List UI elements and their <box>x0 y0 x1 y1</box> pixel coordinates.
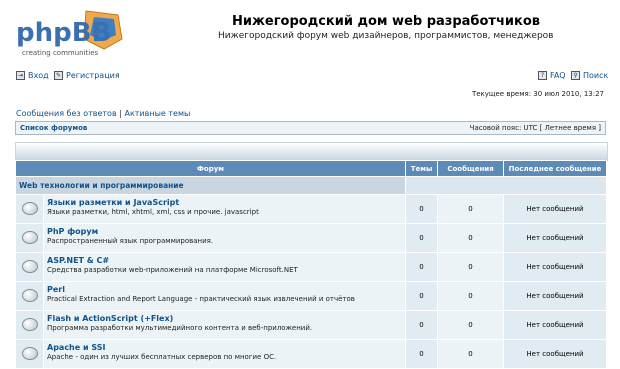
table-header-row: Форум Темы Сообщения Последнее сообщение <box>14 160 608 177</box>
col-header-last-post: Последнее сообщение <box>503 160 608 177</box>
forum-name-link[interactable]: ASP.NET & C# <box>47 256 405 265</box>
table-row: Языки разметки и JavaScript Языки размет… <box>15 194 608 224</box>
register-link[interactable]: ✎ Регистрация <box>54 71 120 80</box>
forum-topics-count: 0 <box>405 252 439 282</box>
login-link[interactable]: ⇥ Вход <box>16 71 49 80</box>
table-row: ASP.NET & C# Средства разработки web-при… <box>15 252 608 282</box>
site-title: Нижегородский дом web разработчиков <box>232 14 540 29</box>
forum-posts-count: 0 <box>437 194 505 224</box>
logo-text: phpBB <box>16 18 111 48</box>
forum-last-post: Нет сообщений <box>503 223 608 253</box>
forum-last-post: Нет сообщений <box>503 310 608 340</box>
faq-link[interactable]: ? FAQ <box>538 71 566 80</box>
forum-index-link[interactable]: Список форумов <box>20 124 87 132</box>
category-row: Web технологии и программирование <box>14 176 608 195</box>
forum-posts-count: 0 <box>437 281 505 311</box>
unanswered-link[interactable]: Сообщения без ответов <box>16 109 117 118</box>
forum-topics-count: 0 <box>405 339 439 369</box>
col-header-forum: Форум <box>14 160 407 177</box>
forum-posts-count: 0 <box>437 223 505 253</box>
phpbb-logo[interactable]: phpBB creating communities <box>14 9 124 61</box>
forum-posts-count: 0 <box>437 252 505 282</box>
forum-read-icon <box>21 317 38 331</box>
search-icon: ⚲ <box>571 71 580 80</box>
forum-description: Средства разработки web-приложений на пл… <box>47 266 298 274</box>
register-icon: ✎ <box>54 71 63 80</box>
forum-name-link[interactable]: Flash и ActionScript (+Flex) <box>47 314 405 323</box>
table-row: Perl Practical Extraction and Report Lan… <box>15 281 608 311</box>
col-header-posts: Сообщения <box>437 160 505 177</box>
forum-table: Форум Темы Сообщения Последнее сообщение… <box>14 160 608 369</box>
forum-name-link[interactable]: Apache и SSI <box>47 343 405 352</box>
timezone-info: Часовой пояс: UTC [ Летнее время ] <box>469 124 601 132</box>
breadcrumb: Список форумов Часовой пояс: UTC [ Летне… <box>15 121 606 135</box>
login-icon: ⇥ <box>16 71 25 80</box>
forum-name-link[interactable]: PhP форум <box>47 227 405 236</box>
quicklinks: Сообщения без ответов | Активные темы <box>16 109 190 118</box>
table-row: PhP форум Распространенный язык программ… <box>15 223 608 253</box>
forum-description: Языки разметки, html, xhtml, xml, css и … <box>47 208 259 216</box>
forum-last-post: Нет сообщений <box>503 194 608 224</box>
table-row: Apache и SSI Apache - один из лучших бес… <box>15 339 608 369</box>
forum-read-icon <box>21 230 38 244</box>
forum-read-icon <box>21 201 38 215</box>
logo-tagline: creating communities <box>22 49 99 57</box>
site-description: Нижегородский форум web дизайнеров, прог… <box>218 31 554 41</box>
forum-posts-count: 0 <box>437 310 505 340</box>
quicklinks-separator: | <box>119 109 122 118</box>
forum-read-icon <box>21 346 38 360</box>
table-top-gradient <box>15 142 608 161</box>
table-row: Flash и ActionScript (+Flex) Программа р… <box>15 310 608 340</box>
faq-icon: ? <box>538 71 547 80</box>
forum-topics-count: 0 <box>405 194 439 224</box>
forum-name-link[interactable]: Языки разметки и JavaScript <box>47 198 405 207</box>
forum-description: Apache - один из лучших бесплатных серве… <box>47 353 277 361</box>
forum-description: Программа разработки мультимедийного кон… <box>47 324 313 332</box>
forum-read-icon <box>21 259 38 273</box>
forum-last-post: Нет сообщений <box>503 281 608 311</box>
forum-last-post: Нет сообщений <box>503 252 608 282</box>
col-header-topics: Темы <box>405 160 439 177</box>
forum-posts-count: 0 <box>437 339 505 369</box>
forum-description: Распространенный язык программирования. <box>47 237 214 245</box>
forum-topics-count: 0 <box>405 223 439 253</box>
forum-topics-count: 0 <box>405 310 439 340</box>
forum-last-post: Нет сообщений <box>503 339 608 369</box>
current-time: Текущее время: 30 июл 2010, 13:27 <box>471 90 604 98</box>
search-link[interactable]: ⚲ Поиск <box>571 71 608 80</box>
forum-read-icon <box>21 288 38 302</box>
forum-description: Practical Extraction and Report Language… <box>47 295 355 303</box>
forum-name-link[interactable]: Perl <box>47 285 405 294</box>
category-title[interactable]: Web технологии и программирование <box>14 176 407 195</box>
active-topics-link[interactable]: Активные темы <box>124 109 190 118</box>
forum-topics-count: 0 <box>405 281 439 311</box>
